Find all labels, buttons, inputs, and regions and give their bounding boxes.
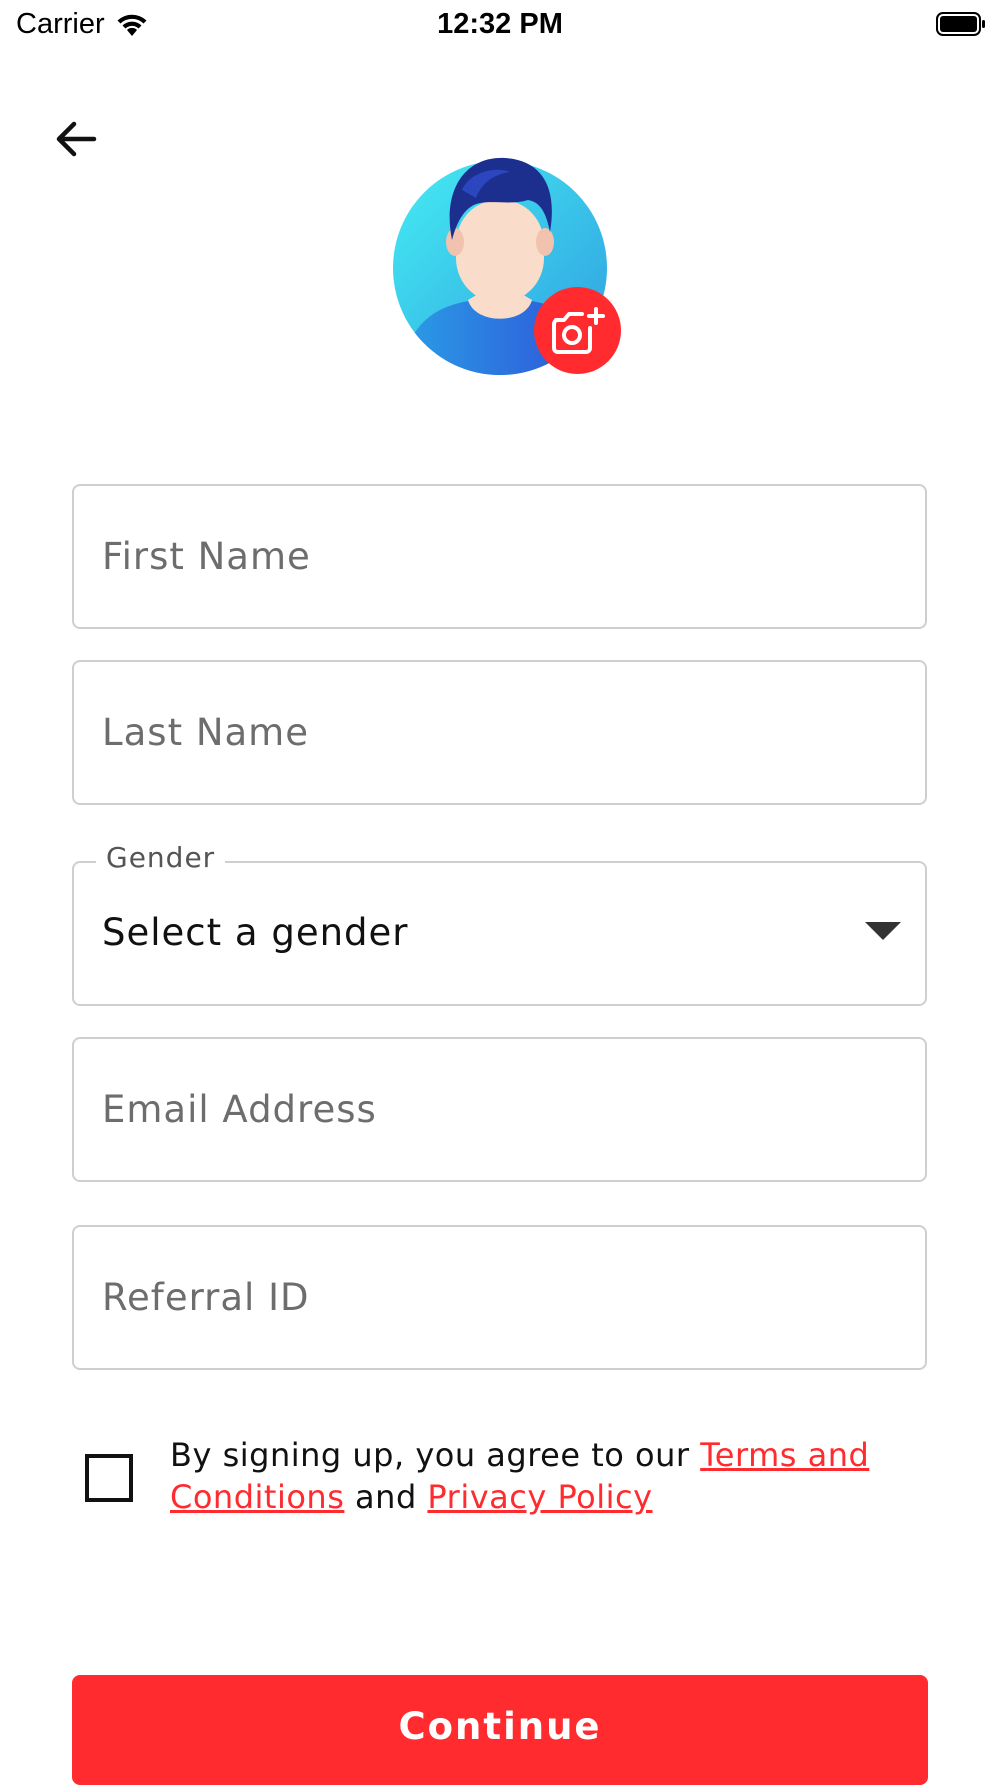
terms-checkbox[interactable] xyxy=(85,1454,133,1502)
status-time: 12:32 PM xyxy=(437,8,563,40)
camera-add-icon xyxy=(551,306,605,354)
gender-selected-value: Select a gender xyxy=(102,911,409,954)
email-field xyxy=(72,1037,927,1182)
gender-label: Gender xyxy=(96,841,226,874)
email-input[interactable] xyxy=(102,1039,882,1180)
referral-id-field xyxy=(72,1225,927,1370)
add-photo-button[interactable] xyxy=(534,287,621,374)
referral-id-input[interactable] xyxy=(102,1227,882,1368)
first-name-field xyxy=(72,484,927,629)
caret-down-icon xyxy=(865,922,901,940)
last-name-input[interactable] xyxy=(102,662,882,803)
continue-button[interactable]: Continue xyxy=(72,1675,928,1785)
first-name-input[interactable] xyxy=(102,486,882,627)
arrow-left-icon xyxy=(56,121,97,157)
privacy-policy-link[interactable]: Privacy Policy xyxy=(427,1478,652,1516)
profile-photo-section xyxy=(390,150,621,380)
gender-select[interactable]: Gender Select a gender xyxy=(72,841,927,1006)
battery-full-icon xyxy=(936,12,985,36)
terms-text: By signing up, you agree to our Terms an… xyxy=(170,1434,930,1518)
terms-text-middle: and xyxy=(344,1478,428,1516)
status-bar: Carrier 12:32 PM xyxy=(0,0,1000,50)
back-button[interactable] xyxy=(52,112,106,166)
terms-text-before: By signing up, you agree to our xyxy=(170,1436,701,1474)
last-name-field xyxy=(72,660,927,805)
